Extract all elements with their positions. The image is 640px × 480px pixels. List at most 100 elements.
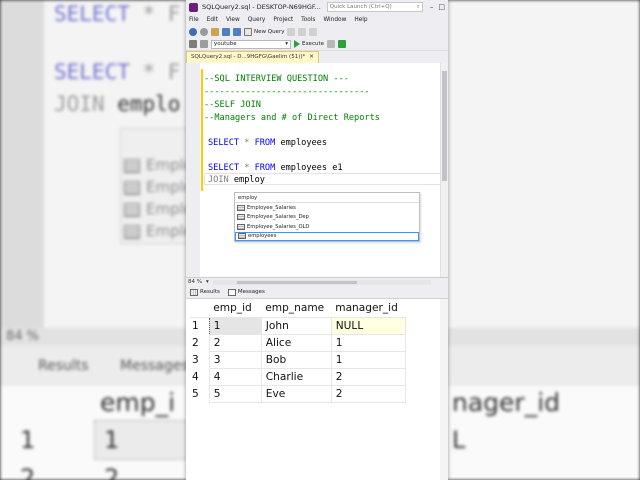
tab-results[interactable]: Results	[190, 288, 220, 296]
close-icon[interactable]: ✕	[309, 54, 314, 63]
back-icon[interactable]	[189, 27, 197, 36]
scroll-thumb[interactable]	[442, 71, 447, 181]
tab-sqlquery2[interactable]: SQLQuery2.sql - D...9HGFG\Gaelim (51))* ✕	[186, 51, 319, 63]
save-icon[interactable]	[222, 27, 230, 36]
star: *	[239, 138, 255, 148]
typed-text: employ	[228, 175, 265, 185]
video-frame: SELECT * F SELECT * F JOIN emplo Emplo E…	[0, 0, 640, 480]
stop-icon[interactable]	[327, 40, 335, 48]
minimize-icon[interactable]: –	[430, 3, 434, 11]
keyword-select: SELECT	[208, 163, 240, 173]
editor-vertical-scrollbar[interactable]	[440, 63, 448, 277]
editor-horizontal-scrollbar[interactable]	[212, 279, 431, 285]
grid-cell[interactable]: 1	[330, 333, 406, 352]
grid-cell[interactable]: 2	[330, 384, 406, 403]
parse-icon[interactable]	[338, 40, 346, 48]
query-editor[interactable]: --SQL INTERVIEW QUESTION --- -----------…	[186, 63, 448, 277]
menu-help[interactable]: Help	[354, 17, 367, 23]
grid-cell[interactable]: 2	[208, 333, 262, 352]
menu-project[interactable]: Project	[273, 17, 293, 23]
grid-cell[interactable]: 4	[208, 367, 262, 386]
ssms-window: SQLQuery2.sql - DESKTOP-N69HGF... Quick …	[186, 0, 448, 480]
chevron-down-icon: ▾	[285, 41, 288, 47]
column-header[interactable]: emp_id	[209, 299, 262, 318]
bg-cell: 2	[104, 464, 120, 480]
grid-cell[interactable]: Bob	[260, 350, 332, 369]
scroll-thumb[interactable]	[236, 280, 357, 284]
bg-code-line2: SELECT * F	[54, 60, 180, 84]
messages-icon	[227, 288, 236, 296]
execute-label: Execute	[302, 41, 324, 47]
column-header[interactable]: emp_name	[261, 299, 332, 318]
menu-view[interactable]: View	[226, 17, 240, 23]
row-number[interactable]: 3	[190, 351, 209, 368]
new-query-icon	[244, 27, 252, 36]
analysis-icon[interactable]	[298, 27, 307, 36]
results-pane: emp_id emp_name manager_id 1 1 John NULL…	[186, 299, 448, 480]
menu-tools[interactable]: Tools	[301, 17, 315, 23]
database-value: youtube	[214, 41, 237, 47]
grid-cell[interactable]: 3	[208, 350, 262, 369]
intellisense-item-label: employees	[248, 233, 277, 240]
new-query-label: New Query	[254, 28, 285, 35]
intellisense-popup[interactable]: employ Employee_Salaries Employee_Salari…	[234, 192, 420, 242]
save-all-icon[interactable]	[233, 27, 241, 36]
column-header[interactable]: manager_id	[331, 299, 406, 318]
bg-row: Emplo	[124, 156, 193, 174]
grid-cell[interactable]: Eve	[260, 384, 332, 403]
chevron-down-icon[interactable]: ▾	[206, 279, 209, 285]
new-query-button[interactable]: New Query	[244, 27, 285, 36]
forward-icon[interactable]	[200, 27, 208, 36]
keyword-from: FROM	[254, 138, 276, 148]
row-number[interactable]: 5	[190, 385, 209, 402]
menu-edit[interactable]: Edit	[207, 17, 218, 23]
intellisense-item-selected[interactable]: employees	[235, 231, 419, 241]
table-icon	[124, 224, 140, 239]
change-connection-icon[interactable]	[200, 40, 208, 48]
table-icon	[237, 223, 245, 230]
editor-status-row: 84 % ▾	[186, 277, 448, 286]
db-query-icon[interactable]	[287, 27, 296, 36]
zoom-level[interactable]: 84 %	[188, 279, 202, 285]
bg-keyword: SELECT	[54, 2, 130, 26]
bg-emplo: emplo	[117, 92, 181, 116]
open-folder-icon[interactable]	[211, 27, 219, 36]
bg-join: JOIN	[54, 92, 105, 116]
quick-launch-input[interactable]: Quick Launch (Ctrl+Q) ⌕	[326, 2, 423, 12]
intellisense-item-label: Employee_Salaries_Dep	[247, 214, 309, 221]
code-line: --------------------------------	[204, 87, 370, 97]
grid-cell[interactable]: NULL	[330, 316, 406, 335]
connect-icon[interactable]	[189, 40, 197, 48]
grid-header-row: emp_id emp_name manager_id	[190, 299, 406, 318]
execute-button[interactable]: Execute	[294, 40, 324, 48]
grid-cell[interactable]: Alice	[260, 333, 332, 352]
row-number[interactable]: 2	[190, 334, 209, 351]
intellisense-item[interactable]: Employee_Salaries_OLD	[235, 222, 419, 232]
grid-cell[interactable]: 2	[330, 367, 406, 386]
grid-cell[interactable]: John	[260, 316, 332, 335]
row-number[interactable]: 1	[190, 317, 209, 334]
maximize-icon[interactable]: □	[438, 3, 445, 11]
menu-file[interactable]: File	[189, 17, 199, 23]
star: *	[239, 163, 255, 173]
intellisense-item[interactable]: Employee_Salaries_Dep	[235, 213, 419, 223]
cut-icon[interactable]	[309, 27, 318, 36]
menu-window[interactable]: Window	[323, 17, 346, 23]
bg-col-head: nager_id	[452, 388, 561, 417]
database-select[interactable]: youtube ▾	[211, 39, 291, 49]
row-number[interactable]: 4	[190, 368, 209, 385]
grid-cell[interactable]: Charlie	[260, 367, 332, 386]
grid-cell[interactable]: 1	[330, 350, 406, 369]
bg-cell: 2	[20, 464, 36, 480]
tab-messages-label: Messages	[237, 289, 265, 295]
grid-cell[interactable]: 5	[208, 384, 262, 403]
bg-col-head: emp_i	[100, 388, 176, 417]
grid-cell[interactable]: 1	[208, 316, 262, 335]
results-vertical-scrollbar[interactable]	[440, 299, 448, 480]
tab-results-label: Results	[200, 289, 220, 295]
tab-messages[interactable]: Messages	[227, 288, 265, 296]
table-icon	[237, 214, 245, 221]
menu-query[interactable]: Query	[248, 17, 266, 23]
intellisense-item[interactable]: Employee_Salaries	[235, 203, 419, 213]
row-number-header	[190, 299, 210, 318]
